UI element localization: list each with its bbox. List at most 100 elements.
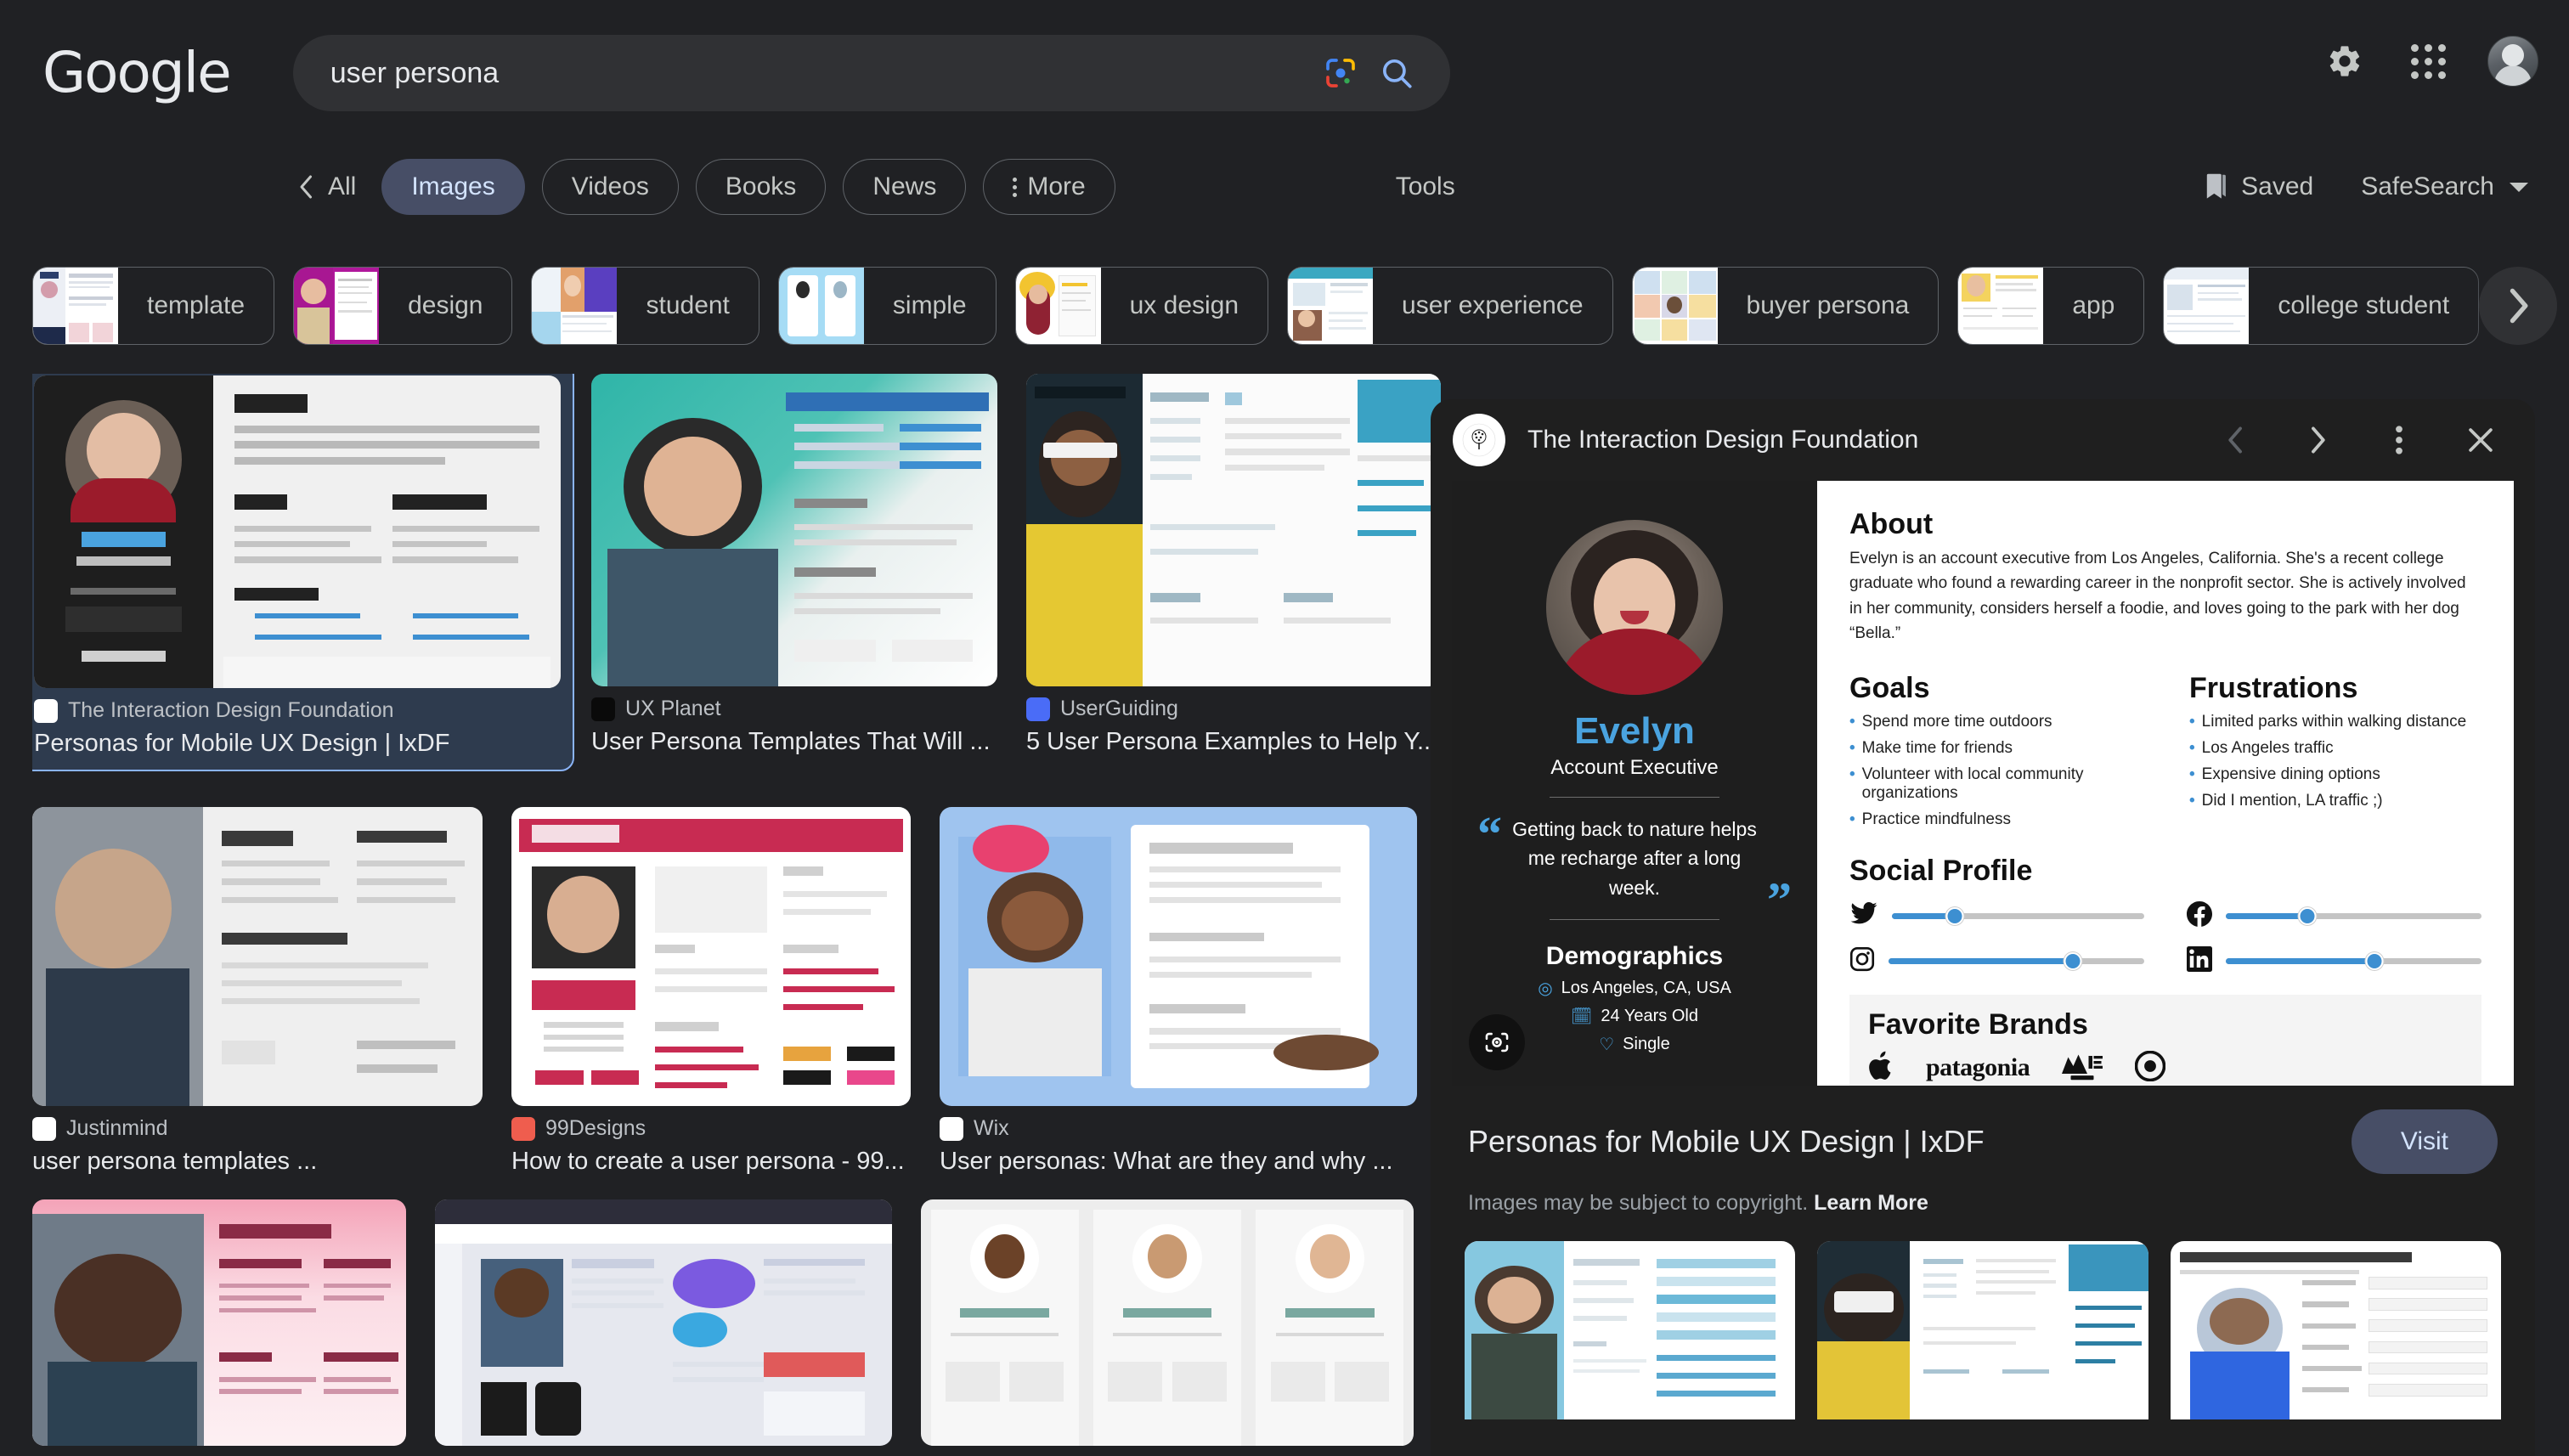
tools-button[interactable]: Tools <box>1396 172 1455 201</box>
result-source: Wix <box>940 1116 1417 1141</box>
result-thumbnail[interactable] <box>1026 374 1441 686</box>
learn-more-link[interactable]: Learn More <box>1814 1191 1928 1215</box>
related-image-3[interactable] <box>2170 1241 2501 1419</box>
frustration-item: • Los Angeles traffic <box>2189 738 2334 757</box>
result-thumbnail[interactable] <box>511 807 911 1106</box>
google-lens-icon[interactable] <box>1469 1014 1525 1070</box>
panel-result-title[interactable]: Personas for Mobile UX Design | IxDF <box>1468 1124 1985 1160</box>
chip-ux-design[interactable]: ux design <box>1014 267 1269 345</box>
chip-design[interactable]: design <box>293 267 513 345</box>
chevron-left-icon[interactable] <box>2216 420 2256 460</box>
chip-app[interactable]: app <box>1957 267 2145 345</box>
slider-knob <box>2064 951 2082 970</box>
tab-books[interactable]: Books <box>695 159 827 215</box>
result-thumbnail[interactable] <box>32 1199 406 1446</box>
gear-icon[interactable] <box>2321 37 2369 85</box>
result-title[interactable]: User personas: What are they and why ... <box>940 1148 1417 1176</box>
result-meta: The Interaction Design Foundation Person… <box>34 698 561 758</box>
site-logo-icon <box>1453 414 1505 466</box>
chip-user-experience[interactable]: user experience <box>1287 267 1613 345</box>
result-thumbnail[interactable] <box>591 374 997 686</box>
bookmark-icon <box>2206 173 2227 199</box>
persona-demographics-title: Demographics <box>1545 942 1724 970</box>
nav-pill-group: Images Videos Books News More <box>381 159 1115 215</box>
social-profile-title: Social Profile <box>1849 854 2033 887</box>
avatar[interactable] <box>2487 36 2538 87</box>
result-card-partial-1[interactable] <box>32 1199 406 1446</box>
apps-grid-icon[interactable] <box>2404 37 2452 85</box>
tab-books-label: Books <box>725 172 797 200</box>
related-image-1[interactable] <box>1465 1241 1796 1419</box>
result-thumbnail[interactable] <box>34 375 561 688</box>
demographic-value: 24 Years Old <box>1601 1007 1698 1025</box>
result-card-wix[interactable]: Wix User personas: What are they and why… <box>940 807 1417 1176</box>
favorite-brands-box: Favorite Brands patagonia <box>1849 994 2481 1086</box>
visit-button[interactable]: Visit <box>2351 1109 2498 1174</box>
slider-track[interactable] <box>2226 906 2481 925</box>
search-input[interactable] <box>330 56 1306 90</box>
safesearch-dropdown[interactable]: SafeSearch <box>2361 172 2528 201</box>
tab-more[interactable]: More <box>983 159 1115 215</box>
result-card-99designs[interactable]: 99Designs How to create a user persona -… <box>511 807 911 1176</box>
search-bar[interactable] <box>292 35 1450 111</box>
persona-preview-image[interactable]: Evelyn Account Executive “ Getting back … <box>1452 481 2514 1086</box>
goal-item: • Make time for friends <box>1849 738 2013 757</box>
nav-back-all[interactable]: All <box>297 172 356 201</box>
result-card-partial-3[interactable] <box>921 1199 1414 1446</box>
google-logo[interactable]: Google <box>42 45 232 101</box>
result-thumbnail[interactable] <box>32 807 483 1106</box>
result-title[interactable]: user persona templates ... <box>32 1148 483 1176</box>
result-thumbnail[interactable] <box>940 807 1417 1106</box>
result-card-userguiding[interactable]: UserGuiding 5 User Persona Examples to H… <box>1026 374 1441 783</box>
slider-track[interactable] <box>1889 951 2144 970</box>
result-title[interactable]: Personas for Mobile UX Design | IxDF <box>34 730 561 758</box>
frustrations-title: Frustrations <box>2189 671 2358 704</box>
related-search-chips[interactable]: template design student simple ux design… <box>0 255 2569 357</box>
chevron-right-icon[interactable] <box>2297 420 2338 460</box>
slider-track[interactable] <box>1892 906 2144 925</box>
result-source: The Interaction Design Foundation <box>34 698 561 723</box>
results-row: Justinmind user persona templates ... 99… <box>32 807 1460 1176</box>
persona-photo <box>1546 520 1723 695</box>
tab-images[interactable]: Images <box>381 159 525 215</box>
header-actions <box>2321 36 2538 87</box>
google-lens-icon[interactable] <box>1314 47 1367 99</box>
chips-scroll-right-button[interactable] <box>2467 255 2569 357</box>
search-submit-button[interactable] <box>1367 47 1426 99</box>
kebab-icon[interactable] <box>2379 420 2419 460</box>
kebab-icon <box>1013 177 1018 197</box>
result-thumbnail[interactable] <box>921 1199 1414 1446</box>
result-title[interactable]: How to create a user persona - 99... <box>511 1148 911 1176</box>
chip-label: student <box>646 291 730 319</box>
saved-button[interactable]: Saved <box>2204 172 2313 201</box>
result-card-partial-2[interactable] <box>435 1199 892 1446</box>
related-image-2[interactable] <box>1817 1241 2148 1419</box>
chip-student[interactable]: student <box>531 267 759 345</box>
chip-simple[interactable]: simple <box>777 267 997 345</box>
goal-item: • Practice mindfulness <box>1849 810 2011 828</box>
result-card-justinmind[interactable]: Justinmind user persona templates ... <box>32 807 483 1176</box>
tab-news[interactable]: News <box>843 159 967 215</box>
persona-right-column: About Evelyn is an account executive fro… <box>1817 481 2514 1086</box>
calendar-icon: 🗓 <box>1571 1007 1593 1026</box>
slider-track[interactable] <box>2226 951 2481 970</box>
copyright-note: Images may be subject to copyright. Lear… <box>1468 1191 2498 1216</box>
goal-text: Spend more time outdoors <box>1861 712 2052 731</box>
slider-knob <box>1945 906 1964 925</box>
result-card-ixdf[interactable]: The Interaction Design Foundation Person… <box>32 374 574 771</box>
rei-logo <box>2060 1051 2104 1086</box>
persona-quote-block: “ Getting back to nature helps me rechar… <box>1477 809 1792 924</box>
result-title[interactable]: User Persona Templates That Will ... <box>591 728 997 756</box>
slider-fill <box>2226 957 2374 964</box>
instagram-icon <box>1849 946 1875 976</box>
tab-videos[interactable]: Videos <box>541 159 679 215</box>
result-card-ux-planet[interactable]: UX Planet User Persona Templates That Wi… <box>591 374 997 783</box>
chip-college-student[interactable]: college student <box>2163 267 2480 345</box>
chip-template[interactable]: template <box>32 267 275 345</box>
close-icon[interactable] <box>2460 420 2501 460</box>
result-title[interactable]: 5 User Persona Examples to Help Y... <box>1026 728 1441 756</box>
result-meta: 99Designs How to create a user persona -… <box>511 1116 911 1176</box>
chip-thumbnail <box>1288 268 1374 344</box>
chip-buyer-persona[interactable]: buyer persona <box>1631 267 1939 345</box>
result-thumbnail[interactable] <box>435 1199 892 1446</box>
